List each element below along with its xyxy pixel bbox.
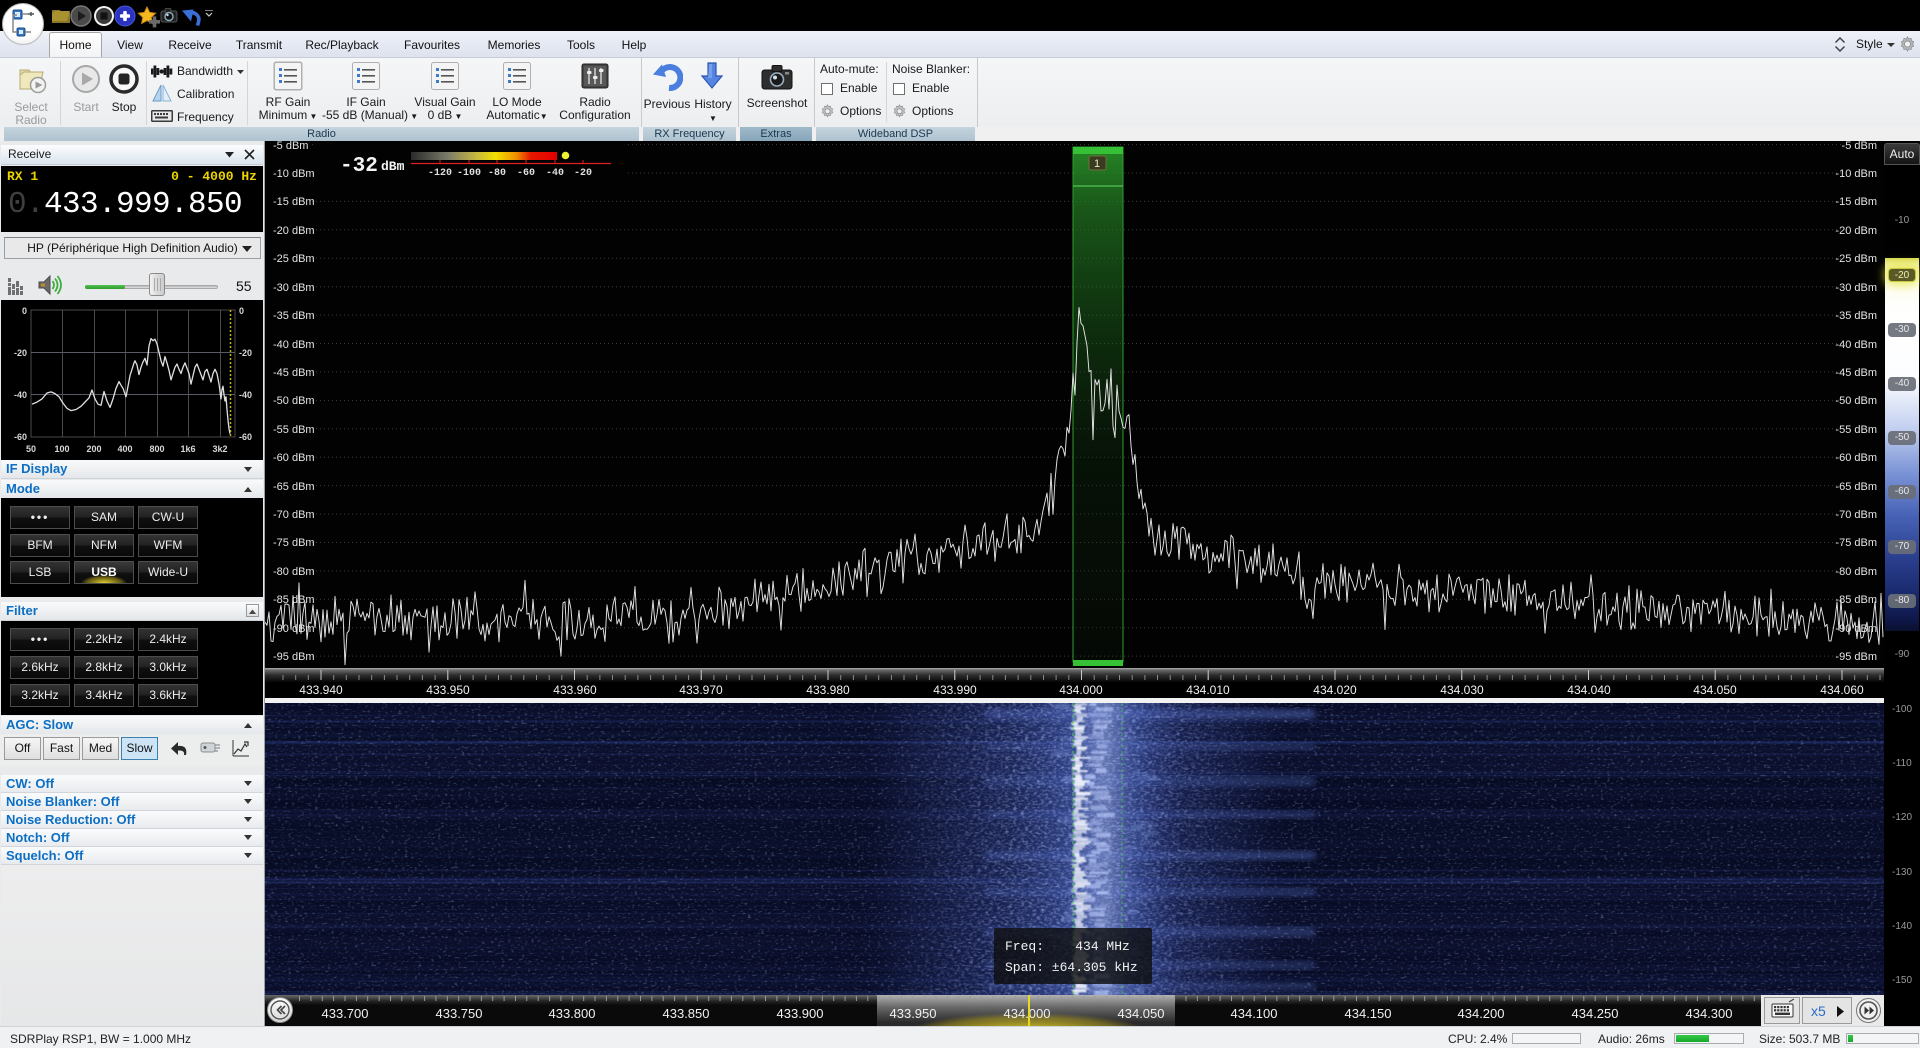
svg-text:-10 dBm: -10 dBm: [1835, 168, 1877, 180]
svg-text:-80 dBm: -80 dBm: [1835, 566, 1877, 578]
svg-text:-50 dBm: -50 dBm: [1835, 395, 1877, 407]
svg-text:-120: -120: [428, 168, 452, 179]
svg-text:200: 200: [86, 444, 101, 454]
svg-text:-5 dBm: -5 dBm: [1842, 141, 1877, 152]
svg-text:-80: -80: [488, 168, 506, 179]
svg-text:-40 dBm: -40 dBm: [1835, 339, 1877, 351]
svg-text:-30 dBm: -30 dBm: [273, 282, 315, 294]
svg-text:-45 dBm: -45 dBm: [273, 367, 315, 379]
svg-text:-60 dBm: -60 dBm: [273, 452, 315, 464]
svg-text:-55 dBm: -55 dBm: [1835, 424, 1877, 436]
svg-text:-20 dBm: -20 dBm: [273, 225, 315, 237]
svg-text:1k6: 1k6: [180, 444, 195, 454]
svg-text:-35 dBm: -35 dBm: [273, 310, 315, 322]
svg-text:-100: -100: [457, 168, 481, 179]
svg-text:-95 dBm: -95 dBm: [273, 651, 315, 663]
svg-text:-15 dBm: -15 dBm: [273, 196, 315, 208]
svg-text:100: 100: [54, 444, 69, 454]
svg-text:50: 50: [26, 444, 36, 454]
svg-text:-60: -60: [517, 168, 535, 179]
svg-text:-20: -20: [239, 348, 252, 358]
svg-text:-10 dBm: -10 dBm: [273, 168, 315, 180]
svg-text:3k2: 3k2: [212, 444, 227, 454]
svg-text:-60: -60: [239, 432, 252, 442]
svg-text:-20: -20: [574, 168, 592, 179]
svg-text:-40: -40: [239, 390, 252, 400]
svg-text:400: 400: [117, 444, 132, 454]
svg-text:-40 dBm: -40 dBm: [273, 339, 315, 351]
svg-text:-75 dBm: -75 dBm: [273, 537, 315, 549]
svg-text:-95 dBm: -95 dBm: [1835, 651, 1877, 663]
svg-text:-25 dBm: -25 dBm: [1835, 253, 1877, 265]
svg-text:-65 dBm: -65 dBm: [273, 481, 315, 493]
svg-text:-20: -20: [14, 348, 27, 358]
svg-text:-25 dBm: -25 dBm: [273, 253, 315, 265]
svg-text:-65 dBm: -65 dBm: [1835, 481, 1877, 493]
svg-text:-70 dBm: -70 dBm: [273, 509, 315, 521]
svg-text:-35 dBm: -35 dBm: [1835, 310, 1877, 322]
svg-text:-55 dBm: -55 dBm: [273, 424, 315, 436]
svg-text:-30 dBm: -30 dBm: [1835, 282, 1877, 294]
svg-text:-80 dBm: -80 dBm: [273, 566, 315, 578]
svg-text:-20 dBm: -20 dBm: [1835, 225, 1877, 237]
svg-text:0: 0: [239, 306, 244, 316]
svg-text:800: 800: [149, 444, 164, 454]
svg-text:-40: -40: [14, 390, 27, 400]
svg-text:1: 1: [1094, 158, 1100, 170]
svg-text:-32: -32: [340, 155, 378, 178]
svg-text:-70 dBm: -70 dBm: [1835, 509, 1877, 521]
svg-text:-45 dBm: -45 dBm: [1835, 367, 1877, 379]
svg-text:-75 dBm: -75 dBm: [1835, 537, 1877, 549]
svg-text:-40: -40: [546, 168, 564, 179]
svg-text:-60 dBm: -60 dBm: [1835, 452, 1877, 464]
svg-text:-60: -60: [14, 432, 27, 442]
svg-text:dBm: dBm: [381, 159, 405, 174]
svg-text:-15 dBm: -15 dBm: [1835, 196, 1877, 208]
svg-text:0: 0: [22, 306, 27, 316]
svg-text:-50 dBm: -50 dBm: [273, 395, 315, 407]
svg-text:-5 dBm: -5 dBm: [273, 141, 308, 152]
